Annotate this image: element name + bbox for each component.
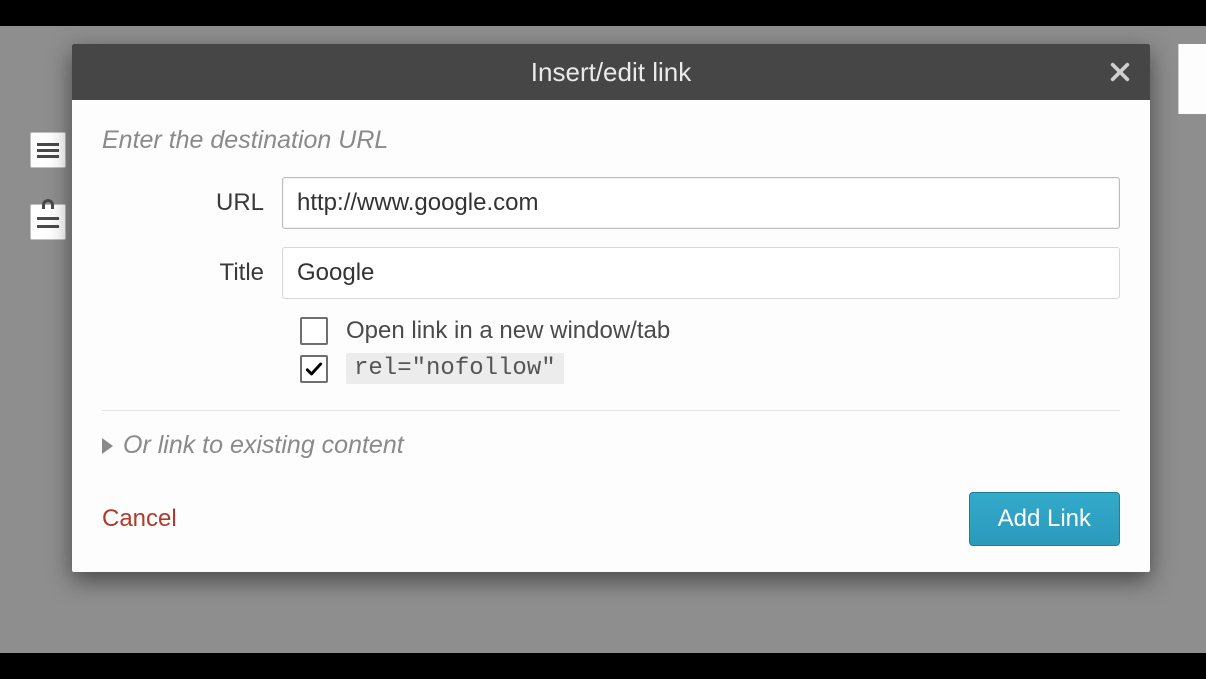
editor-background-strip xyxy=(1178,44,1206,114)
close-button[interactable] xyxy=(1102,54,1138,90)
add-link-button[interactable]: Add Link xyxy=(969,492,1120,546)
url-label: URL xyxy=(102,189,282,217)
url-row: URL xyxy=(102,177,1120,229)
letterbox-bottom xyxy=(0,653,1206,679)
existing-content-toggle[interactable]: Or link to existing content xyxy=(102,431,1120,460)
rel-nofollow-checkbox[interactable] xyxy=(300,355,328,383)
url-input[interactable] xyxy=(282,177,1120,229)
title-input[interactable] xyxy=(282,247,1120,299)
open-new-tab-checkbox[interactable] xyxy=(300,317,328,345)
letterbox-top xyxy=(0,0,1206,26)
check-icon xyxy=(304,359,324,379)
title-label: Title xyxy=(102,259,282,287)
dialog-footer: Cancel Add Link xyxy=(72,492,1150,572)
dialog-body: Enter the destination URL URL Title Open… xyxy=(72,100,1150,492)
editor-toolbar-icon xyxy=(30,132,66,168)
caret-right-icon xyxy=(102,438,113,454)
dialog-title: Insert/edit link xyxy=(531,57,691,88)
divider xyxy=(102,410,1120,411)
backdrop-overlay: Insert/edit link Enter the destination U… xyxy=(0,26,1206,653)
open-new-tab-label: Open link in a new window/tab xyxy=(346,317,670,345)
title-row: Title xyxy=(102,247,1120,299)
open-new-tab-row: Open link in a new window/tab xyxy=(300,317,1120,345)
dialog-titlebar: Insert/edit link xyxy=(72,44,1150,100)
cancel-button[interactable]: Cancel xyxy=(102,505,177,533)
close-icon xyxy=(1109,61,1131,83)
section-heading: Enter the destination URL xyxy=(102,126,1120,155)
editor-toolbar-icon xyxy=(30,204,66,240)
rel-nofollow-row: rel="nofollow" xyxy=(300,353,1120,384)
existing-content-label: Or link to existing content xyxy=(123,431,404,460)
rel-nofollow-label: rel="nofollow" xyxy=(346,353,564,384)
insert-link-dialog: Insert/edit link Enter the destination U… xyxy=(72,44,1150,572)
